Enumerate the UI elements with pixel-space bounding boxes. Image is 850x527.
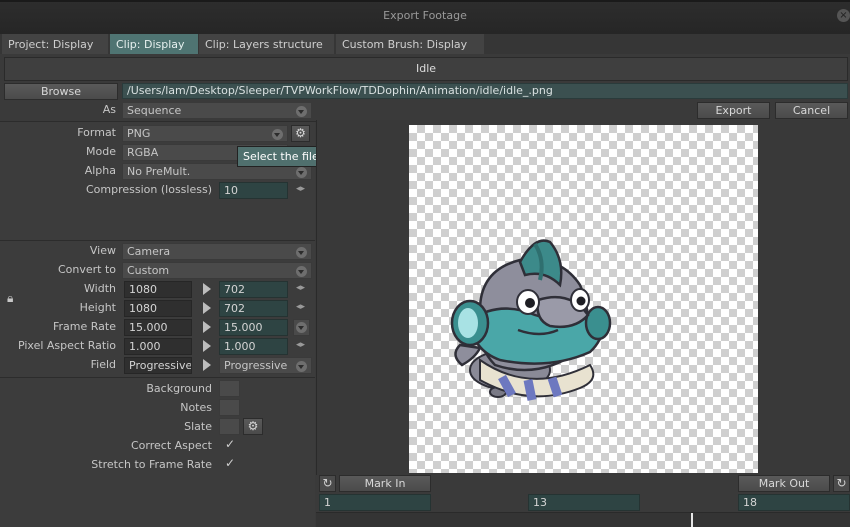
height-field[interactable]: 702	[219, 300, 288, 317]
chevron-down-icon	[296, 167, 307, 178]
as-select[interactable]: Sequence	[122, 102, 312, 119]
export-button[interactable]: Export	[697, 102, 770, 119]
convert-to-value: Custom	[127, 264, 170, 277]
frame-rate-field[interactable]: 15.000	[219, 319, 288, 336]
refresh-icon[interactable]: ↻	[833, 475, 850, 492]
format-select[interactable]: PNG	[122, 125, 288, 142]
notes-checkbox[interactable]	[219, 399, 240, 416]
stepper-icon[interactable]: ◂▸	[296, 340, 305, 350]
width-field[interactable]: 702	[219, 281, 288, 298]
chevron-down-icon	[296, 361, 307, 372]
as-value: Sequence	[127, 104, 182, 117]
view-value: Camera	[127, 245, 171, 258]
compression-field[interactable]: 10	[219, 182, 288, 199]
chevron-down-icon	[296, 247, 307, 258]
character-preview-image	[450, 239, 612, 401]
mark-out-field[interactable]: 18	[738, 494, 850, 511]
chevron-down-icon	[296, 322, 307, 333]
view-label: View	[89, 244, 116, 257]
apply-arrow-icon[interactable]	[203, 359, 211, 371]
frame-rate-label: Frame Rate	[53, 320, 116, 333]
apply-arrow-icon[interactable]	[203, 321, 211, 333]
stretch-checkbox[interactable]: ✓	[225, 456, 235, 470]
mark-in-button[interactable]: Mark In	[339, 475, 431, 492]
tab-clip-display[interactable]: Clip: Display	[110, 34, 198, 54]
tab-custom-brush-display[interactable]: Custom Brush: Display	[336, 34, 484, 54]
current-frame-field[interactable]: 13	[528, 494, 640, 511]
alpha-value: No PreMult.	[127, 165, 191, 178]
alpha-label: Alpha	[84, 164, 116, 177]
timeline-playhead[interactable]	[691, 513, 693, 527]
close-icon[interactable]: ×	[837, 9, 850, 22]
background-label: Background	[146, 382, 212, 395]
refresh-icon[interactable]: ↻	[319, 475, 336, 492]
pixel-aspect-field[interactable]: 1.000	[219, 338, 288, 355]
pixel-aspect-source-field: 1.000	[124, 338, 192, 355]
notes-label: Notes	[180, 401, 212, 414]
frame-rate-dropdown[interactable]	[293, 319, 310, 336]
width-source-field: 1080	[124, 281, 192, 298]
mode-value: RGBA	[127, 146, 159, 159]
browse-button[interactable]: Browse	[4, 83, 118, 100]
window-title: Export Footage	[383, 9, 467, 22]
chevron-down-icon	[272, 129, 283, 140]
output-path-field[interactable]: /Users/lam/Desktop/Sleeper/TVPWorkFlow/T…	[122, 83, 848, 99]
divider	[0, 240, 315, 241]
correct-aspect-checkbox[interactable]: ✓	[225, 437, 235, 451]
pixel-aspect-label: Pixel Aspect Ratio	[17, 339, 116, 352]
stepper-icon[interactable]: ◂▸	[296, 302, 305, 312]
chevron-down-icon	[296, 106, 307, 117]
view-select[interactable]: Camera	[122, 243, 312, 260]
format-value: PNG	[127, 127, 151, 140]
timeline-slider[interactable]	[316, 512, 850, 527]
apply-arrow-icon[interactable]	[203, 340, 211, 352]
width-label: Width	[84, 282, 116, 295]
tab-clip-layers-structure[interactable]: Clip: Layers structure	[199, 34, 334, 54]
convert-to-select[interactable]: Custom	[122, 262, 312, 279]
format-label: Format	[77, 126, 116, 139]
field-source-field: Progressive	[124, 357, 192, 374]
slate-label: Slate	[184, 420, 212, 433]
stepper-icon[interactable]: ◂▸	[296, 283, 305, 293]
stretch-label: Stretch to Frame Rate	[91, 458, 212, 471]
background-checkbox[interactable]	[219, 380, 240, 397]
gear-icon[interactable]: ⚙	[291, 125, 310, 142]
field-value: Progressive	[224, 359, 288, 372]
clip-name: Idle	[4, 57, 848, 81]
height-label: Height	[79, 301, 116, 314]
divider	[0, 377, 315, 378]
frame-rate-source-field: 15.000	[124, 319, 192, 336]
chevron-down-icon	[296, 266, 307, 277]
field-select[interactable]: Progressive	[219, 357, 312, 374]
field-label: Field	[90, 358, 116, 371]
mode-label: Mode	[86, 145, 116, 158]
tab-project-display[interactable]: Project: Display	[2, 34, 108, 54]
as-label: As	[102, 103, 116, 116]
apply-arrow-icon[interactable]	[203, 283, 211, 295]
slate-checkbox[interactable]	[219, 418, 240, 435]
stepper-icon[interactable]: ◂▸	[296, 184, 305, 194]
height-source-field: 1080	[124, 300, 192, 317]
mark-in-field[interactable]: 1	[319, 494, 431, 511]
compression-label: Compression (lossless)	[86, 183, 212, 196]
correct-aspect-label: Correct Aspect	[130, 439, 212, 452]
gear-icon[interactable]: ⚙	[243, 418, 263, 435]
convert-to-label: Convert to	[57, 263, 116, 276]
cancel-button[interactable]: Cancel	[775, 102, 848, 119]
apply-arrow-icon[interactable]	[203, 302, 211, 314]
mark-out-button[interactable]: Mark Out	[738, 475, 830, 492]
